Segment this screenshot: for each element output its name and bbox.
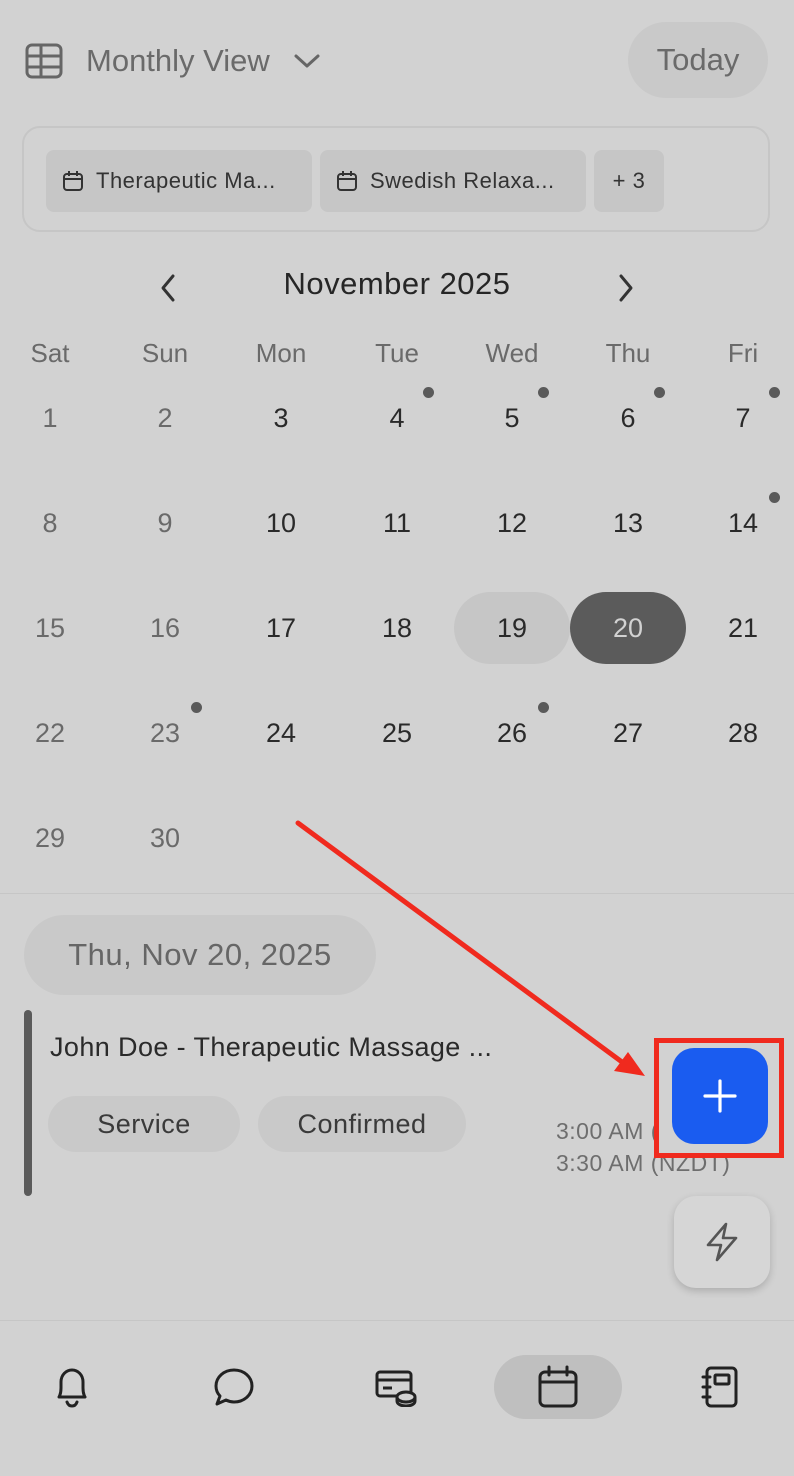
event-start-time: 3:00 AM ( xyxy=(556,1118,659,1144)
table-grid-icon xyxy=(25,43,63,79)
filter-chip-label: Therapeutic Ma... xyxy=(96,168,276,193)
weekday-header: Sat xyxy=(30,338,70,368)
service-tag: Service xyxy=(48,1096,240,1152)
weekday-header: Tue xyxy=(375,338,419,368)
view-label: Monthly View xyxy=(86,43,270,78)
calendar-day[interactable]: 22 xyxy=(0,697,108,769)
calendar-day[interactable]: 1 xyxy=(0,382,108,454)
selected-date-label: Thu, Nov 20, 2025 xyxy=(24,915,376,995)
calendar-day[interactable]: 10 xyxy=(223,487,339,559)
calendar-icon xyxy=(337,171,357,191)
calendar-day[interactable]: 30 xyxy=(107,802,223,874)
calendar-day[interactable]: 29 xyxy=(0,802,108,874)
calendar-day[interactable]: 25 xyxy=(339,697,455,769)
annotation-highlight-box xyxy=(654,1038,784,1158)
top-bar: Monthly View Today xyxy=(0,0,794,120)
bottom-navigation xyxy=(0,1320,794,1476)
tab-payments[interactable] xyxy=(332,1355,460,1419)
weekday-header: Sun xyxy=(141,338,189,368)
weekday-header: Wed xyxy=(485,338,539,368)
calendar-day[interactable]: 6 xyxy=(570,382,686,454)
calendar-day[interactable]: 21 xyxy=(685,592,794,664)
notebook-icon xyxy=(701,1366,738,1408)
calendar-day[interactable]: 20 xyxy=(570,592,686,664)
calendar-day[interactable]: 15 xyxy=(0,592,108,664)
calendar-day[interactable]: 5 xyxy=(454,382,570,454)
weekday-header: Thu xyxy=(605,338,651,368)
calendar-day[interactable]: 12 xyxy=(454,487,570,559)
calendar-day[interactable]: 17 xyxy=(223,592,339,664)
chevron-right-icon xyxy=(619,274,633,302)
chat-bubble-icon xyxy=(214,1368,254,1406)
event-indicator-dot xyxy=(538,702,549,713)
calendar-day[interactable]: 19 xyxy=(454,592,570,664)
calendar-day[interactable]: 23 xyxy=(107,697,223,769)
event-indicator-dot xyxy=(538,387,549,398)
calendar-day[interactable]: 2 xyxy=(107,382,223,454)
next-month-button[interactable] xyxy=(608,268,644,308)
filter-chip-therapeutic-massage[interactable]: Therapeutic Ma... xyxy=(46,150,312,212)
calendar-day[interactable]: 28 xyxy=(685,697,794,769)
calendar-day[interactable]: 4 xyxy=(339,382,455,454)
calendar-day[interactable]: 8 xyxy=(0,487,108,559)
status-badge: Confirmed xyxy=(258,1096,466,1152)
calendar-icon xyxy=(538,1365,578,1408)
calendar-day[interactable]: 3 xyxy=(223,382,339,454)
event-indicator-dot xyxy=(423,387,434,398)
tab-notebook[interactable] xyxy=(656,1355,784,1419)
weekday-header: Fri xyxy=(727,338,759,368)
calendar-day[interactable]: 9 xyxy=(107,487,223,559)
event-indicator-dot xyxy=(769,492,780,503)
calendar-icon xyxy=(63,171,83,191)
filter-chip-swedish-relaxation[interactable]: Swedish Relaxa... xyxy=(320,150,586,212)
tab-notifications[interactable] xyxy=(8,1355,136,1419)
calendar-day[interactable]: 16 xyxy=(107,592,223,664)
month-navigation: November 2025 xyxy=(0,262,794,312)
month-title: November 2025 xyxy=(283,266,511,301)
bell-icon xyxy=(57,1368,87,1408)
calendar-day[interactable]: 24 xyxy=(223,697,339,769)
service-filter-bar: Therapeutic Ma... Swedish Relaxa... + 3 xyxy=(22,126,770,232)
calendar-day[interactable]: 11 xyxy=(339,487,455,559)
event-color-bar xyxy=(24,1010,32,1196)
more-filters-chip[interactable]: + 3 xyxy=(594,150,664,212)
calendar-day[interactable]: 27 xyxy=(570,697,686,769)
event-title: John Doe - Therapeutic Massage ... xyxy=(50,1032,493,1062)
filter-chip-label: Swedish Relaxa... xyxy=(370,168,555,193)
cards-icon xyxy=(375,1370,417,1407)
chevron-down-icon xyxy=(294,54,320,68)
calendar-day[interactable]: 13 xyxy=(570,487,686,559)
event-indicator-dot xyxy=(769,387,780,398)
view-switcher[interactable]: Monthly View xyxy=(24,36,322,86)
event-indicator-dot xyxy=(191,702,202,713)
quick-action-button[interactable] xyxy=(674,1196,770,1288)
tab-calendar[interactable] xyxy=(494,1355,622,1419)
today-button[interactable]: Today xyxy=(628,22,768,98)
calendar-day[interactable]: 26 xyxy=(454,697,570,769)
event-indicator-dot xyxy=(654,387,665,398)
weekday-header: Mon xyxy=(255,338,307,368)
lightning-bolt-icon xyxy=(706,1222,738,1262)
tab-messages[interactable] xyxy=(170,1355,298,1419)
divider xyxy=(0,893,794,894)
calendar-day[interactable]: 18 xyxy=(339,592,455,664)
